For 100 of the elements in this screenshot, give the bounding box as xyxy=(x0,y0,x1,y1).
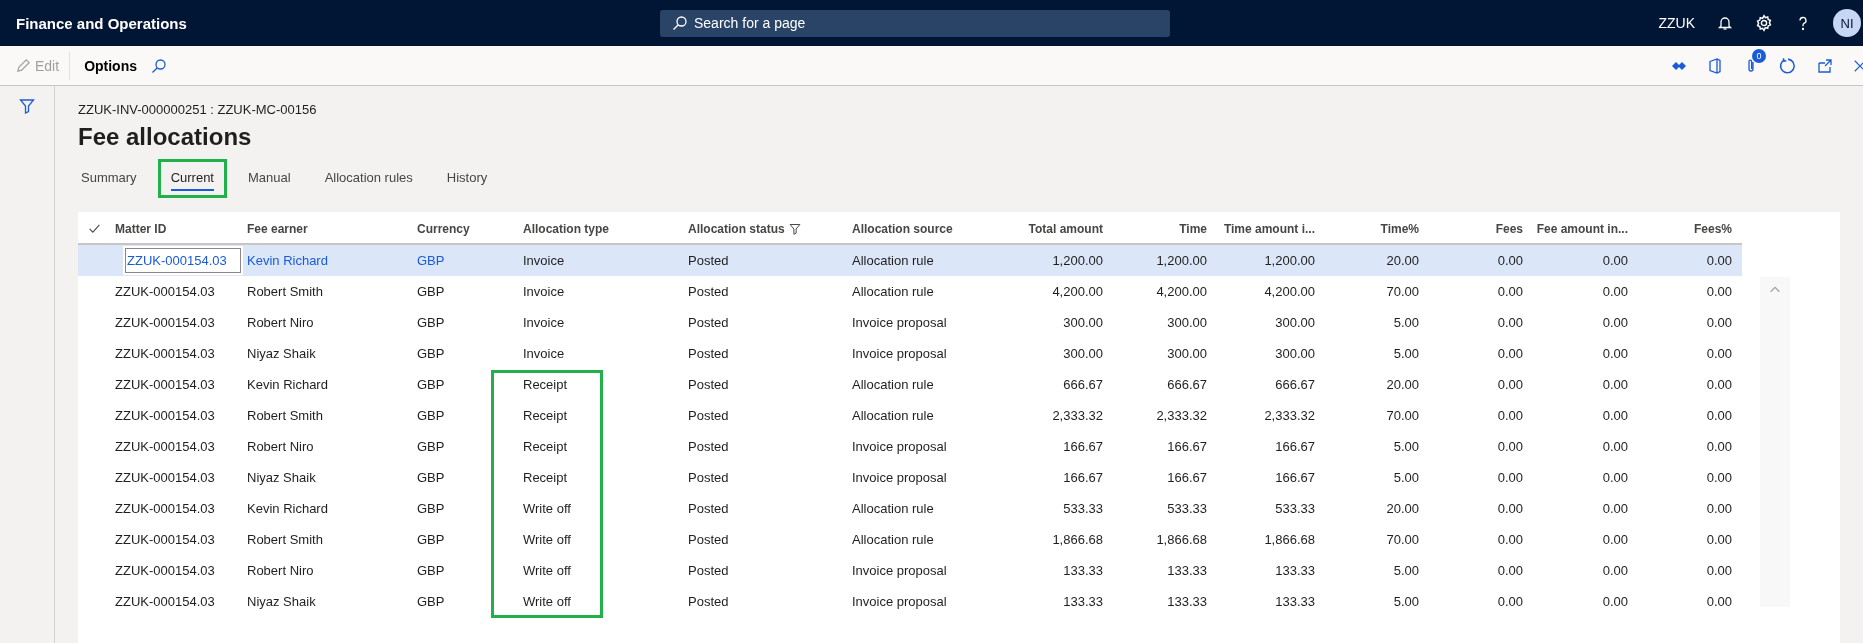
table-row[interactable]: ZZUK-000154.03 Niyaz Shaik GBP Write off Posted Invoice proposal 133.33 133.33 133.33 5.00 0.00 0.00 0.00 xyxy=(78,586,1742,617)
user-avatar[interactable]: NI xyxy=(1833,9,1861,37)
column-header[interactable]: Fee earner xyxy=(247,221,308,236)
column-header[interactable]: Time% xyxy=(1380,221,1419,236)
table-cell[interactable]: ZZUK-000154.03 xyxy=(111,586,243,617)
table-cell[interactable]: Kevin Richard xyxy=(243,493,413,524)
open-new-window-icon[interactable] xyxy=(1817,57,1833,74)
table-cell[interactable]: Niyaz Shaik xyxy=(243,462,413,493)
column-header[interactable]: Total amount xyxy=(1028,221,1103,236)
table-row[interactable]: ZZUK-000154.03 Niyaz Shaik GBP Invoice Posted Invoice proposal 300.00 300.00 300.00 5.00 0.00 0.00 0.00 xyxy=(78,338,1742,369)
table-cell-text: 70.00 xyxy=(1385,531,1420,549)
table-cell-text: 0.00 xyxy=(1601,314,1629,332)
table-cell[interactable]: Niyaz Shaik xyxy=(243,586,413,617)
table-cell-text: 0.00 xyxy=(1601,252,1629,270)
table-cell-text: 70.00 xyxy=(1385,407,1420,425)
table-row[interactable]: ZZUK-000154.03 Robert Smith GBP Invoice Posted Allocation rule 4,200.00 4,200.00 4,200.00 70.00 0.00 0.00 0.00 xyxy=(78,276,1742,307)
table-cell[interactable]: Robert Niro xyxy=(243,555,413,586)
table-cell[interactable]: Robert Smith xyxy=(243,400,413,431)
table-cell-text: 20.00 xyxy=(1385,500,1420,518)
bell-icon[interactable] xyxy=(1717,15,1733,31)
table-cell-text: 300.00 xyxy=(1166,345,1208,363)
table-cell[interactable]: ZZUK-000154.03 xyxy=(123,246,243,275)
search-icon[interactable] xyxy=(151,57,167,74)
table-cell[interactable]: ZZUK-000154.03 xyxy=(111,493,243,524)
table-cell[interactable]: ZZUK-000154.03 xyxy=(111,338,243,369)
table-row[interactable]: ZZUK-000154.03 Robert Niro GBP Invoice Posted Invoice proposal 300.00 300.00 300.00 5.00 0.00 0.00 0.00 xyxy=(78,307,1742,338)
table-cell-text: Invoice proposal xyxy=(851,438,948,456)
table-row[interactable]: ZZUK-000154.03 Kevin Richard GBP Write off Posted Allocation rule 533.33 533.33 533.33 20.00 0.00 0.00 0.00 xyxy=(78,493,1742,524)
tab[interactable]: History xyxy=(433,159,501,198)
tab[interactable]: Allocation rules xyxy=(311,159,426,198)
table-row[interactable]: ZZUK-000154.03 Niyaz Shaik GBP Receipt Posted Invoice proposal 166.67 166.67 166.67 5.00 0.00 0.00 0.00 xyxy=(78,462,1742,493)
table-cell[interactable]: ZZUK-000154.03 xyxy=(111,369,243,400)
tab[interactable]: Manual xyxy=(235,159,304,198)
table-cell-text: 4,200.00 xyxy=(1155,283,1208,301)
table-row[interactable]: ZZUK-000154.03 Robert Niro GBP Receipt Posted Invoice proposal 166.67 166.67 166.67 5.00 0.00 0.00 0.00 xyxy=(78,431,1742,462)
column-header[interactable]: Allocation type xyxy=(523,221,609,236)
table-cell[interactable]: GBP xyxy=(413,400,519,431)
table-cell-text: Write off xyxy=(522,500,572,518)
table-cell[interactable]: GBP xyxy=(413,307,519,338)
table-cell[interactable]: GBP xyxy=(413,555,519,586)
tab[interactable]: Summary xyxy=(68,159,150,198)
company-label[interactable]: ZZUK xyxy=(1658,15,1695,31)
table-cell[interactable]: GBP xyxy=(413,493,519,524)
table-cell[interactable]: GBP xyxy=(413,369,519,400)
table-cell-text: 2,333.32 xyxy=(1263,407,1316,425)
table-row[interactable]: ZZUK-000154.03 Robert Smith GBP Write off Posted Allocation rule 1,866.68 1,866.68 1,866.68 70.00 0.00 0.00 0.00 xyxy=(78,524,1742,555)
table-cell[interactable]: Kevin Richard xyxy=(243,369,413,400)
settings-icon[interactable] xyxy=(1755,14,1773,32)
table-cell[interactable]: GBP xyxy=(413,586,519,617)
table-cell[interactable]: GBP xyxy=(413,338,519,369)
table-cell[interactable]: GBP xyxy=(413,524,519,555)
table-cell[interactable]: ZZUK-000154.03 xyxy=(111,431,243,462)
table-cell-text: 0.00 xyxy=(1705,438,1733,456)
table-cell[interactable]: Niyaz Shaik xyxy=(243,338,413,369)
table-cell[interactable]: Robert Niro xyxy=(243,431,413,462)
table-row[interactable]: ZZUK-000154.03 Kevin Richard GBP Invoice Posted Allocation rule 1,200.00 1,200.00 1,200.00 20.00 0.00 0.00 0.00 xyxy=(78,245,1742,276)
filter-icon[interactable] xyxy=(19,98,35,114)
table-cell-text: 0.00 xyxy=(1496,407,1524,425)
table-cell-text: 300.00 xyxy=(1062,345,1104,363)
table-cell[interactable]: ZZUK-000154.03 xyxy=(111,555,243,586)
table-cell[interactable]: ZZUK-000154.03 xyxy=(111,400,243,431)
column-header[interactable]: Fee amount in... xyxy=(1536,221,1628,236)
table-row[interactable]: ZZUK-000154.03 Kevin Richard GBP Receipt Posted Allocation rule 666.67 666.67 666.67 20.00 0.00 0.00 0.00 xyxy=(78,369,1742,400)
filter-icon[interactable] xyxy=(788,222,801,235)
breadcrumb: ZZUK-INV-000000251 : ZZUK-MC-00156 xyxy=(78,102,318,117)
table-cell-text: 0.00 xyxy=(1705,252,1733,270)
table-cell[interactable]: GBP xyxy=(413,431,519,462)
table-cell-text: Receipt xyxy=(522,438,569,456)
table-cell-text: 666.67 xyxy=(1062,376,1104,394)
tab[interactable]: Current xyxy=(157,159,227,198)
table-cell[interactable]: GBP xyxy=(413,245,519,276)
table-row[interactable]: ZZUK-000154.03 Robert Niro GBP Write off Posted Invoice proposal 133.33 133.33 133.33 5.00 0.00 0.00 0.00 xyxy=(78,555,1742,586)
table-cell[interactable]: Kevin Richard xyxy=(243,245,413,276)
office-icon[interactable] xyxy=(1707,57,1723,74)
table-cell-text: 300.00 xyxy=(1274,345,1316,363)
table-cell[interactable]: ZZUK-000154.03 xyxy=(111,462,243,493)
table-cell[interactable]: Robert Niro xyxy=(243,307,413,338)
table-row[interactable]: ZZUK-000154.03 Robert Smith GBP Receipt Posted Allocation rule 2,333.32 2,333.32 2,333.32 70.00 0.00 0.00 0.00 xyxy=(78,400,1742,431)
table-cell[interactable]: Robert Smith xyxy=(243,524,413,555)
close-icon[interactable] xyxy=(1853,58,1863,73)
refresh-icon[interactable] xyxy=(1779,56,1797,75)
search-field[interactable]: Search for a page xyxy=(660,9,1170,37)
column-header[interactable]: Fees xyxy=(1495,221,1523,236)
table-cell[interactable]: GBP xyxy=(413,462,519,493)
column-header[interactable]: Time xyxy=(1179,221,1207,236)
table-cell-text: 533.33 xyxy=(1166,500,1208,518)
column-header[interactable]: Currency xyxy=(417,221,470,236)
table-cell-text: 5.00 xyxy=(1392,562,1420,580)
column-header[interactable]: Time amount i... xyxy=(1223,221,1315,236)
table-cell[interactable]: ZZUK-000154.03 xyxy=(111,307,243,338)
column-header[interactable]: Fees% xyxy=(1693,221,1732,236)
table-cell[interactable]: GBP xyxy=(413,276,519,307)
table-cell[interactable]: ZZUK-000154.03 xyxy=(111,276,243,307)
options-button[interactable]: Options xyxy=(70,57,151,74)
column-header[interactable]: Matter ID xyxy=(115,221,167,236)
table-cell[interactable]: Robert Smith xyxy=(243,276,413,307)
table-cell-text: 133.33 xyxy=(1062,593,1104,611)
table-cell[interactable]: ZZUK-000154.03 xyxy=(111,524,243,555)
column-header[interactable]: Allocation source xyxy=(852,221,953,236)
column-header[interactable]: Allocation status xyxy=(688,221,785,236)
